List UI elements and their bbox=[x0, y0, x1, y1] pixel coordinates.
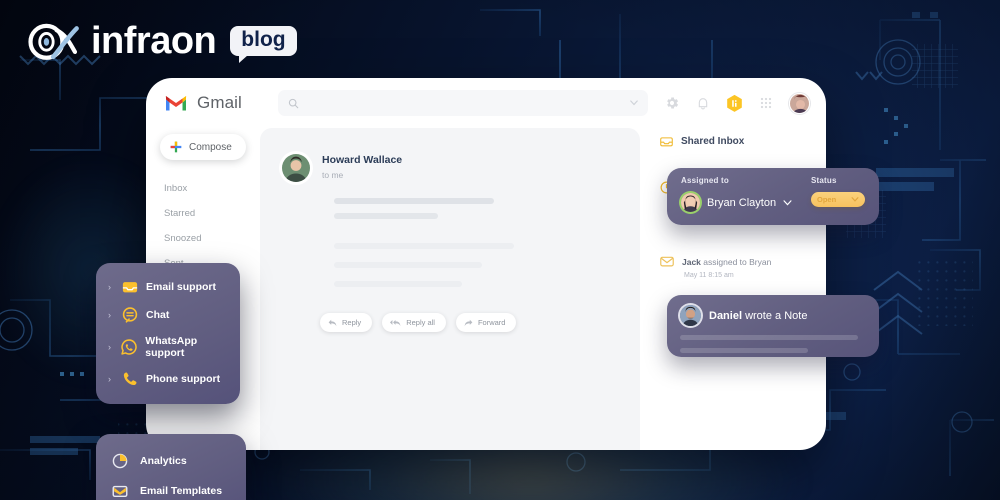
assigned-to-label: Assigned to bbox=[681, 176, 729, 185]
chat-bubble-icon bbox=[122, 307, 138, 323]
whatsapp-icon bbox=[121, 339, 138, 355]
topbar-icons bbox=[664, 92, 810, 114]
sidebar-item-snoozed[interactable]: Snoozed bbox=[160, 226, 254, 251]
message-recipient: to me bbox=[322, 170, 344, 180]
inbox-icon bbox=[122, 282, 138, 293]
menu-item-label: Chat bbox=[146, 309, 170, 321]
compose-button[interactable]: Compose bbox=[160, 134, 246, 160]
search-icon bbox=[288, 98, 299, 108]
message-actions: Reply Reply all Forward bbox=[320, 313, 517, 332]
note-author-avatar bbox=[680, 305, 701, 326]
activity-timestamp: May 11 8:15 am bbox=[684, 272, 734, 279]
inbox-icon bbox=[660, 137, 673, 147]
note-skeleton-line-1 bbox=[680, 335, 858, 340]
menu-item-phone-support[interactable]: › Phone support bbox=[96, 365, 240, 393]
menu-item-whatsapp-support[interactable]: › WhatsApp support bbox=[96, 329, 240, 365]
sender-avatar bbox=[282, 154, 310, 182]
forward-button[interactable]: Forward bbox=[455, 313, 517, 332]
search-input[interactable] bbox=[278, 90, 648, 116]
menu-item-email-templates[interactable]: Email Templates bbox=[96, 476, 246, 500]
logo-badge: blog bbox=[230, 25, 297, 64]
gear-icon[interactable] bbox=[664, 95, 680, 111]
status-value: Open bbox=[817, 195, 837, 204]
gmail-brand[interactable]: Gmail bbox=[164, 93, 272, 113]
compose-label: Compose bbox=[189, 141, 232, 153]
envelope-open-icon bbox=[112, 485, 128, 498]
chevron-right-icon: › bbox=[108, 374, 111, 384]
sidebar-item-starred[interactable]: Starred bbox=[160, 201, 254, 226]
status-group: Status Open bbox=[811, 176, 865, 207]
gmail-m-icon bbox=[165, 96, 187, 111]
assigned-to-group: Assigned to Bryan Clayton bbox=[681, 176, 792, 212]
support-channels-menu: › Email support › Chat › WhatsApp suppor… bbox=[96, 263, 240, 404]
chevron-down-icon bbox=[851, 197, 859, 202]
status-label: Status bbox=[811, 176, 837, 185]
menu-item-email-support[interactable]: › Email support bbox=[96, 273, 240, 301]
message-sender: Howard Wallace bbox=[322, 154, 403, 166]
assignee-avatar bbox=[681, 193, 700, 212]
message-header: Howard Wallace to me bbox=[282, 154, 616, 182]
tools-menu: Analytics Email Templates bbox=[96, 434, 246, 500]
sidebar-item-inbox[interactable]: Inbox bbox=[160, 176, 254, 201]
menu-item-label: Email support bbox=[146, 281, 217, 293]
status-badge[interactable]: Open bbox=[811, 192, 865, 207]
menu-item-chat[interactable]: › Chat bbox=[96, 301, 240, 329]
reply-all-icon bbox=[390, 319, 401, 326]
gmail-app-card: Gmail Compose Inbox Starred Snoozed Howa… bbox=[146, 78, 826, 450]
note-text: Daniel wrote a Note bbox=[709, 310, 807, 322]
assignee-selector[interactable]: Bryan Clayton bbox=[681, 193, 792, 212]
infraon-logo[interactable]: infraon blog bbox=[28, 16, 297, 66]
note-skeleton-line-2 bbox=[680, 348, 808, 353]
assignee-name: Bryan Clayton bbox=[707, 196, 777, 209]
assignment-card: Assigned to Bryan Clayton Status Open bbox=[667, 168, 879, 225]
note-author: Daniel bbox=[709, 309, 743, 322]
apps-grid-icon[interactable] bbox=[758, 95, 774, 111]
activity-note-card[interactable]: Daniel wrote a Note bbox=[667, 295, 879, 357]
infraon-eye-logo-icon bbox=[28, 23, 79, 60]
chevron-right-icon: › bbox=[108, 282, 111, 292]
menu-item-analytics[interactable]: Analytics bbox=[96, 446, 246, 476]
reply-icon bbox=[328, 319, 337, 326]
reply-all-label: Reply all bbox=[406, 318, 435, 327]
reply-button[interactable]: Reply bbox=[320, 313, 373, 332]
activity-entry[interactable]: Jack assigned to Bryan bbox=[654, 256, 826, 267]
menu-item-label: WhatsApp support bbox=[145, 335, 198, 359]
account-avatar[interactable] bbox=[789, 92, 810, 114]
menu-item-label: Email Templates bbox=[140, 485, 223, 497]
phone-icon bbox=[123, 372, 137, 386]
activity-entry-action: assigned to Bryan bbox=[703, 256, 772, 267]
chevron-down-icon[interactable] bbox=[783, 199, 792, 206]
gmail-topbar: Gmail bbox=[146, 78, 826, 128]
pie-chart-icon bbox=[112, 453, 128, 469]
forward-icon bbox=[464, 319, 473, 326]
message-thread: Howard Wallace to me Reply Reply all For… bbox=[260, 128, 640, 450]
message-body-skeleton bbox=[282, 198, 616, 287]
logo-wordmark: infraon bbox=[91, 20, 217, 62]
reply-label: Reply bbox=[342, 318, 362, 327]
reply-all-button[interactable]: Reply all bbox=[382, 313, 446, 332]
screenshot-root: infraon blog Gmail Compose Inbox Starred… bbox=[0, 0, 1000, 500]
note-action: wrote a Note bbox=[745, 309, 808, 322]
hexagon-badge-icon[interactable] bbox=[726, 94, 743, 113]
forward-label: Forward bbox=[477, 318, 506, 327]
chevron-right-icon: › bbox=[108, 342, 111, 352]
chevron-down-icon bbox=[630, 100, 638, 106]
bell-icon[interactable] bbox=[695, 95, 711, 111]
activity-entry-actor: Jack bbox=[682, 256, 701, 267]
shared-inbox-title: Shared Inbox bbox=[654, 136, 826, 147]
chevron-right-icon: › bbox=[108, 310, 111, 320]
menu-item-label: Phone support bbox=[146, 373, 221, 385]
shared-inbox-label: Shared Inbox bbox=[681, 136, 745, 147]
gmail-app-name: Gmail bbox=[197, 93, 242, 112]
menu-item-label: Analytics bbox=[140, 455, 187, 467]
activity-entry-text: Jack assigned to Bryan bbox=[682, 257, 771, 267]
envelope-icon bbox=[660, 256, 674, 267]
note-header: Daniel wrote a Note bbox=[680, 305, 866, 326]
plus-icon bbox=[170, 141, 182, 153]
